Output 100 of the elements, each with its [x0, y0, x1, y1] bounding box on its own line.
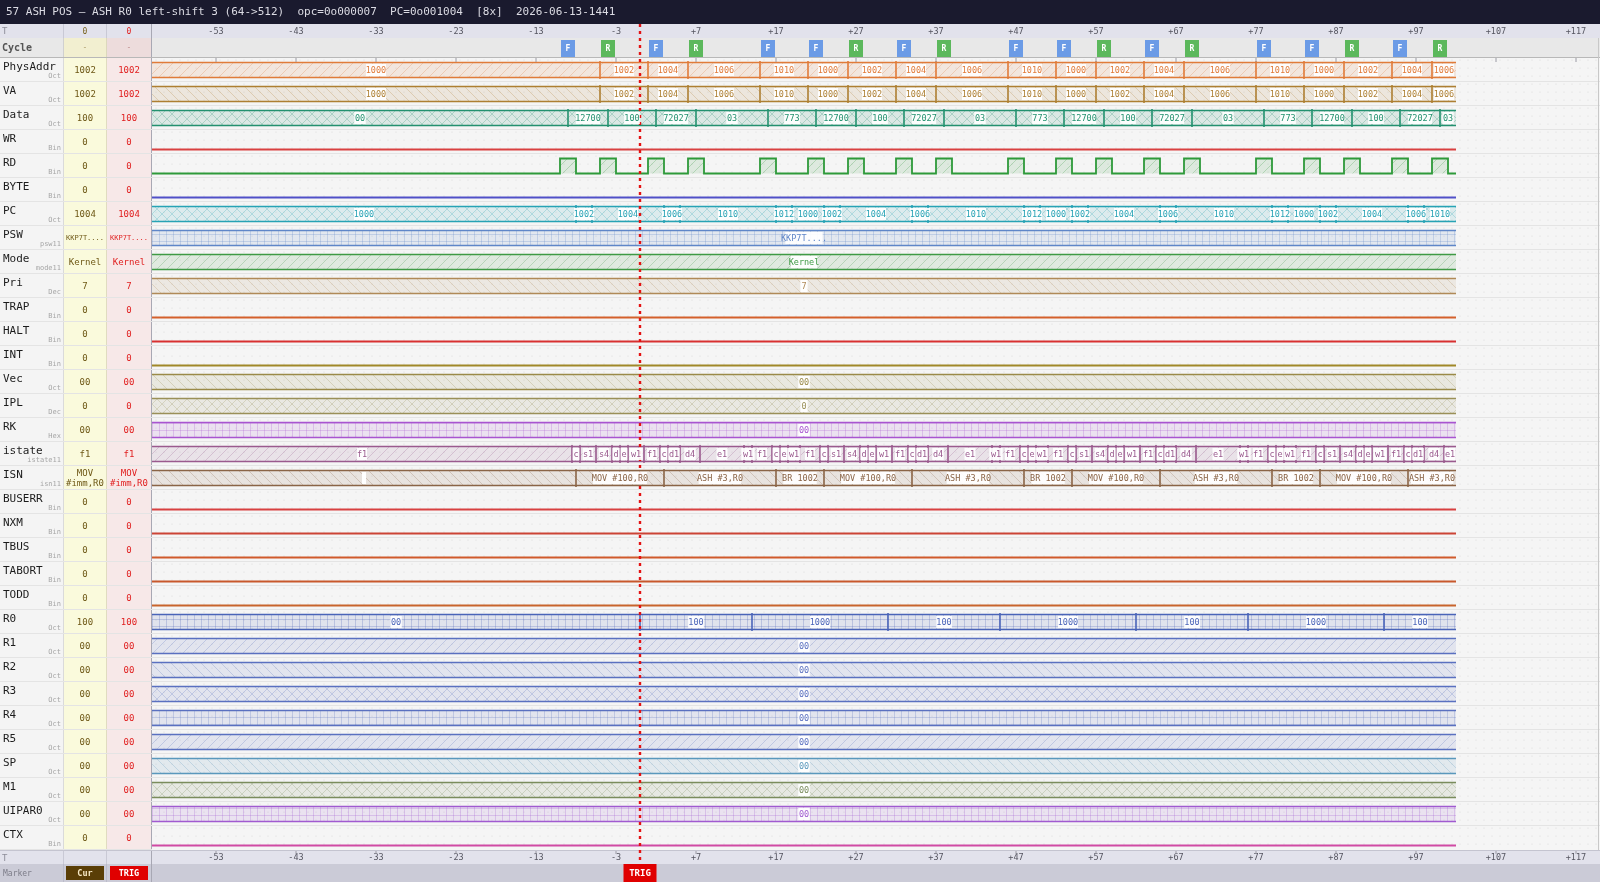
bus-value: 1002	[821, 208, 843, 220]
bus-value: 03	[1442, 112, 1454, 124]
bus-value: 72027	[1159, 112, 1185, 124]
read-marker: R	[1097, 40, 1111, 57]
bus-value: c	[772, 448, 780, 460]
bus-value: s1	[1326, 448, 1338, 460]
cursor-value: 100	[76, 112, 94, 123]
trigger-value: 0	[126, 160, 132, 171]
bus-value: KKP7T....	[780, 232, 828, 244]
bus-value: e	[868, 448, 876, 460]
bus-value: 1006	[961, 88, 983, 100]
cursor-value: 1002	[74, 64, 96, 75]
bus-value: f1	[894, 448, 906, 460]
signal-name: WR	[3, 133, 17, 145]
bus-value: c	[660, 448, 668, 460]
trigger-value: 0	[126, 544, 132, 555]
cursor-value: 0	[82, 304, 88, 315]
trigger-value: 00	[123, 712, 135, 723]
signal-name: UIPAR0	[3, 805, 43, 817]
fetch-marker: F	[1257, 40, 1271, 57]
fetch-marker: F	[761, 40, 775, 57]
trigger-value: 0	[126, 184, 132, 195]
read-marker: R	[1345, 40, 1359, 57]
bus-value: 1000	[1313, 88, 1335, 100]
cursor-value: 0	[82, 352, 88, 363]
trigger-value: 00	[123, 640, 135, 651]
bus-value: 100	[1368, 112, 1384, 124]
trigger-value: 00	[123, 688, 135, 699]
bus-value: s4	[598, 448, 610, 460]
axis-tick-label: -33	[368, 26, 384, 36]
bus-value: 12700	[575, 112, 601, 124]
bus-value: 1010	[1021, 88, 1043, 100]
axis-tick-label: -3	[610, 852, 622, 862]
read-marker: R	[849, 40, 863, 57]
bus-value: 1000	[1293, 208, 1315, 220]
trigger-value: Kernel	[112, 256, 146, 267]
bus-value: w1	[629, 448, 643, 460]
trigger-value: 0	[126, 400, 132, 411]
bus-value: f1	[756, 448, 768, 460]
bus-value: 7	[800, 280, 808, 292]
bus-value: 1004	[1153, 88, 1175, 100]
bus-value: 1004	[1401, 64, 1423, 76]
bus-value: 1004	[617, 208, 639, 220]
bus-value: s4	[1342, 448, 1354, 460]
axis-tick-label: +87	[1328, 26, 1344, 36]
axis-tick-label: +67	[1168, 852, 1184, 862]
bus-value: 773	[784, 112, 800, 124]
trigger-value: 0	[126, 832, 132, 843]
bus-value: f1	[1004, 448, 1016, 460]
bus-value: 03	[974, 112, 986, 124]
cursor-value: 00	[79, 784, 91, 795]
bus-value: BR 1002	[1030, 472, 1066, 484]
bus-value: 00	[798, 736, 810, 748]
cursor-value: 00	[79, 376, 91, 387]
bus-value: d	[1108, 448, 1116, 460]
bus-value: d4	[684, 448, 696, 460]
signal-name: NXM	[3, 517, 23, 529]
bus-value: 1006	[1157, 208, 1179, 220]
axis-tick-label: +97	[1408, 852, 1424, 862]
bus-value: MOV #100,R0	[839, 472, 897, 484]
bus-value: 1000	[365, 88, 387, 100]
bus-value: 1002	[1069, 208, 1091, 220]
cursor-value: 0	[82, 592, 88, 603]
bus-value: 1000	[1065, 64, 1087, 76]
trigger-value: 00	[123, 784, 135, 795]
axis-label: T	[2, 852, 8, 863]
bus-value: w1	[989, 448, 1003, 460]
signal-name: M1	[3, 781, 17, 793]
bus-value: w1	[1035, 448, 1049, 460]
axis-tick-label: +7	[690, 26, 702, 36]
trigger-value: 1004	[118, 208, 140, 219]
bus-value: f1	[646, 448, 658, 460]
signal-name: R0	[3, 613, 17, 625]
bus-value: f1	[1052, 448, 1064, 460]
axis-tick-label: +37	[928, 26, 944, 36]
bus-value: 100	[1412, 616, 1428, 628]
bus-value: 1000	[797, 208, 819, 220]
bus-value: 1010	[717, 208, 739, 220]
bus-value: 00	[798, 760, 810, 772]
bus-value: w1	[877, 448, 891, 460]
axis-tick-label: -23	[448, 26, 464, 36]
trigger-value: 7	[126, 280, 132, 291]
cursor-value: MOV #imm,R0	[65, 467, 105, 488]
trigger-value: 100	[120, 616, 138, 627]
trigger-value: 1002	[118, 64, 140, 75]
read-marker: R	[937, 40, 951, 57]
row-label: Cycle	[2, 41, 33, 54]
cursor-value: 0	[82, 544, 88, 555]
cursor-value: 00	[79, 664, 91, 675]
bus-value: 03	[726, 112, 738, 124]
bus-value: 1000	[1305, 616, 1327, 628]
cursor-value: 00	[79, 640, 91, 651]
trigger-value: 0	[126, 136, 132, 147]
cursor-value: 0	[82, 136, 88, 147]
axis-tick-label: +27	[848, 852, 864, 862]
cursor-value: 0	[82, 568, 88, 579]
bus-value: w1	[1237, 448, 1251, 460]
bus-value: 72027	[663, 112, 689, 124]
bus-value: 1002	[613, 88, 635, 100]
signal-name: Pri	[3, 277, 23, 289]
